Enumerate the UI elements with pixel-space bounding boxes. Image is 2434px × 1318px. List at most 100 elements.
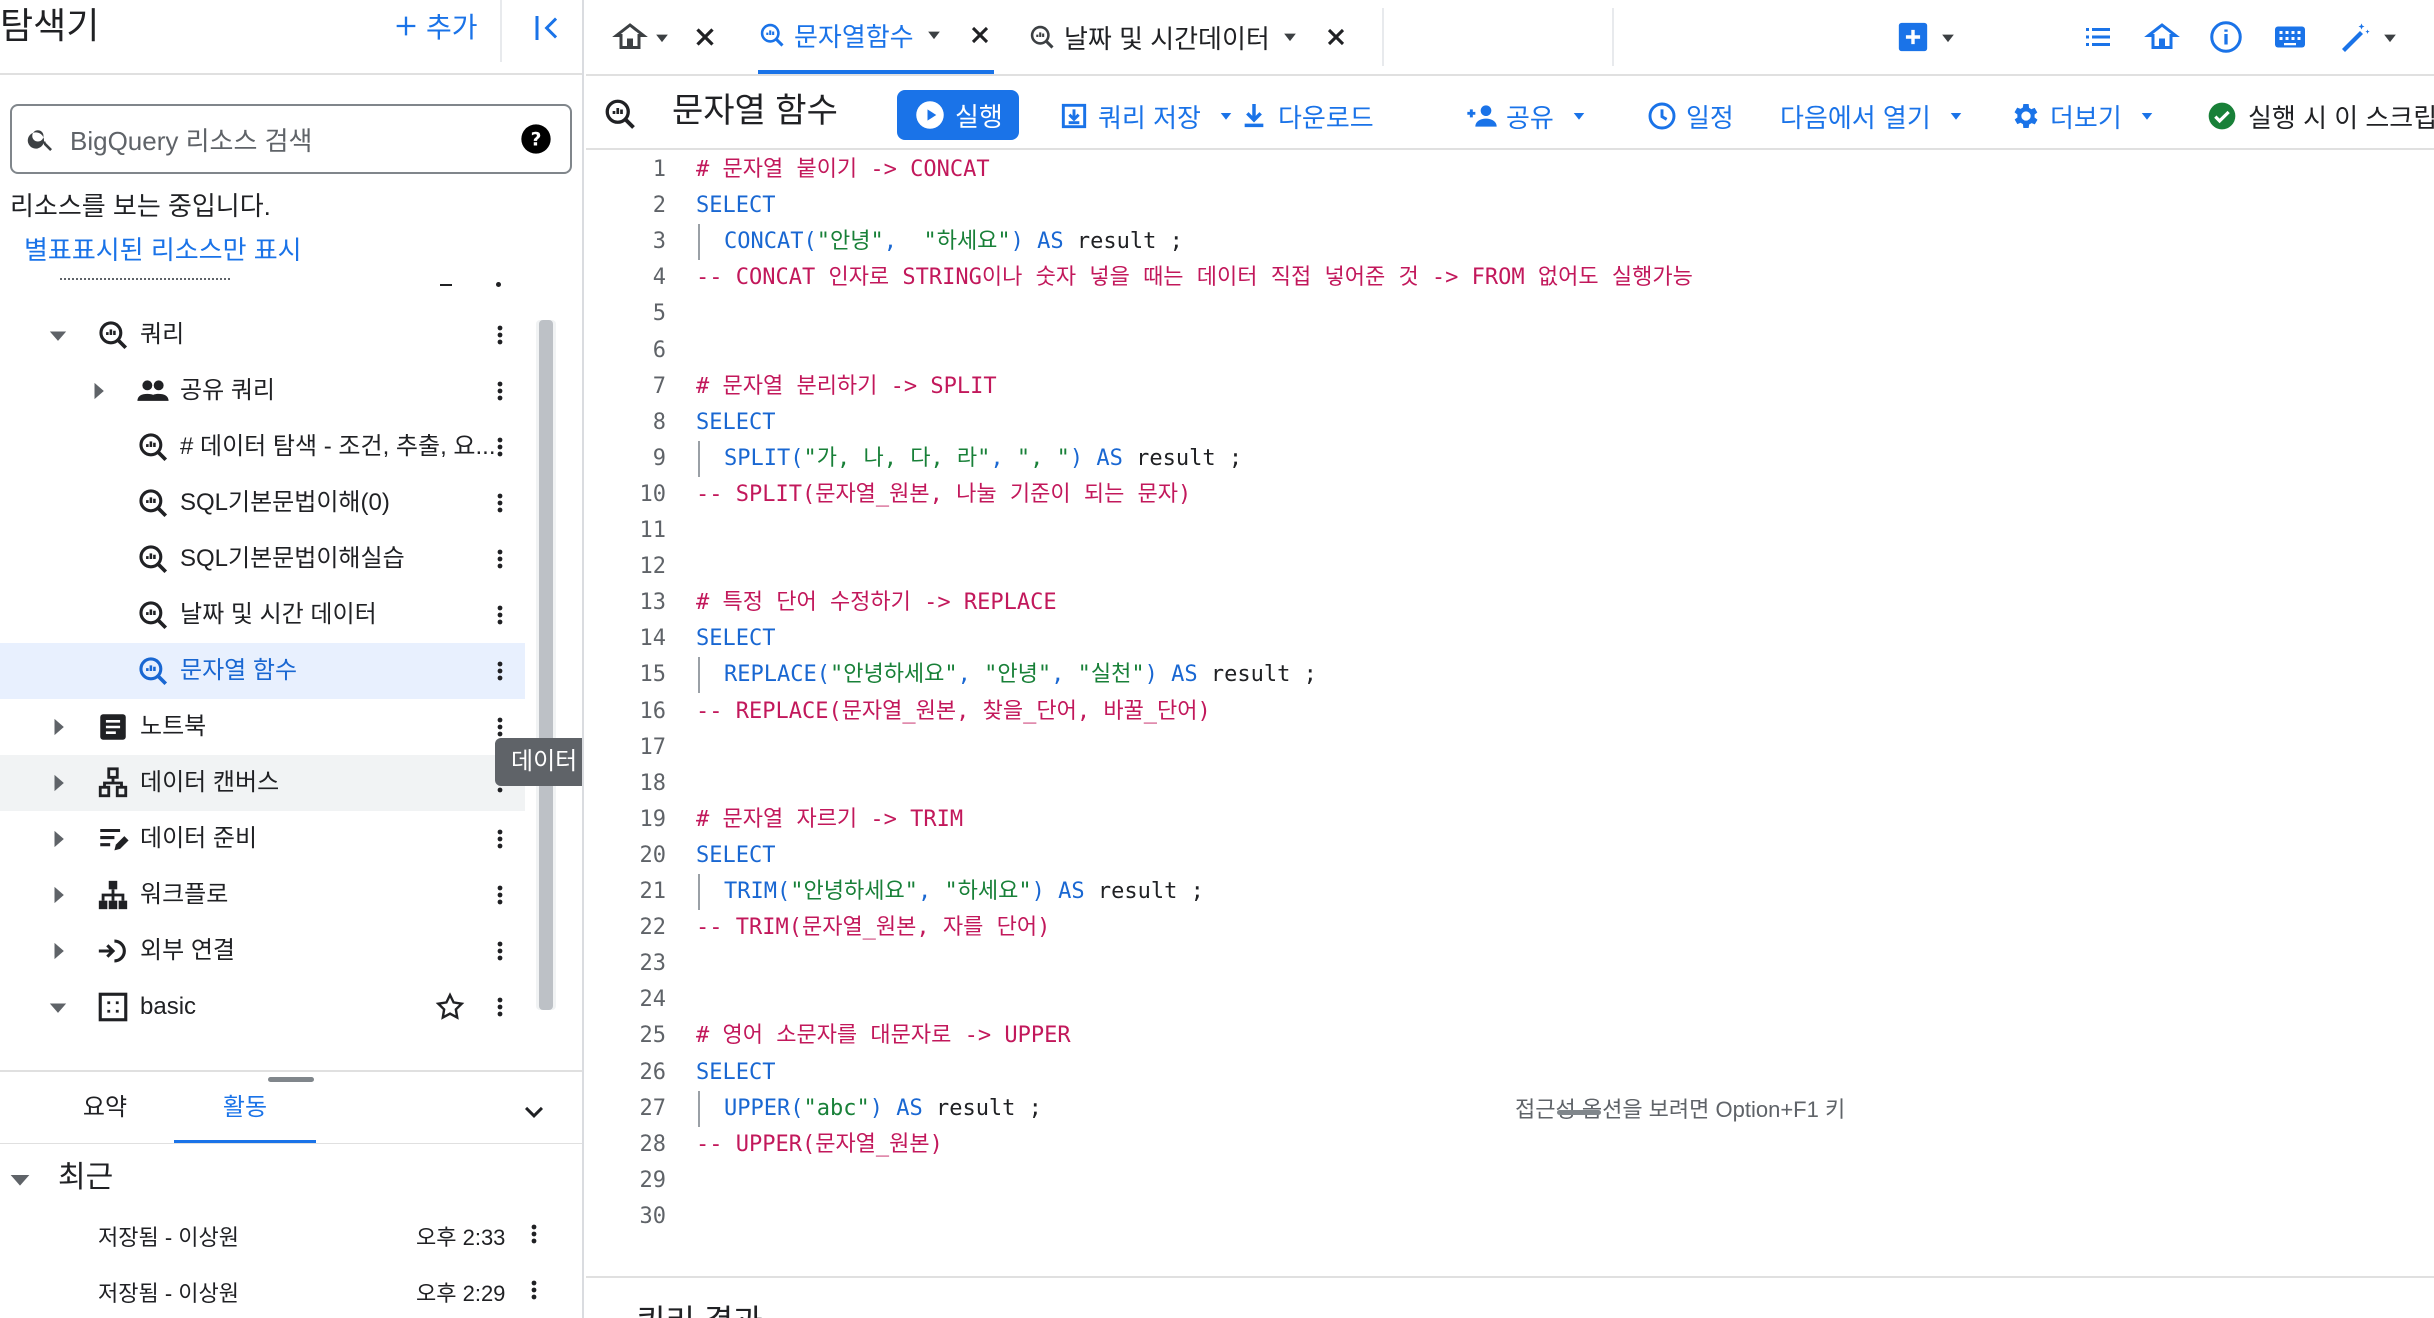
tree-item[interactable]: 날짜 및 시간 데이터 xyxy=(0,587,525,643)
tab-summary[interactable]: 요약 xyxy=(60,1088,150,1144)
save-query-label: 쿼리 저장 xyxy=(1098,102,1201,133)
tree-item[interactable]: # 데이터 탐색 - 조건, 추출, 요... xyxy=(0,419,525,475)
code-comment: # 문자열 분리하기 -> SPLIT xyxy=(696,373,997,399)
caret-right-icon[interactable] xyxy=(44,881,72,909)
schedule-button[interactable]: 일정 xyxy=(1646,96,1734,136)
caret-right-icon[interactable] xyxy=(44,825,72,853)
code-comment: # 문자열 자르기 -> TRIM xyxy=(696,806,964,832)
save-query-button[interactable]: 쿼리 저장 xyxy=(1058,96,1235,136)
activity-time: 오후 2:29 xyxy=(416,1281,506,1306)
caret-right-icon[interactable] xyxy=(44,937,72,965)
caret-right-icon[interactable] xyxy=(44,769,72,797)
tab-query[interactable]: 날짜 및 시간데이터 xyxy=(1028,0,1350,74)
schedule-label: 일정 xyxy=(1686,102,1734,133)
activity-item[interactable]: 저장됨 - 이상원 오후 2:29 xyxy=(0,1262,582,1318)
caret-down-icon[interactable] xyxy=(44,993,72,1021)
caret-right-icon[interactable] xyxy=(44,713,72,741)
tab-list-dropdown-icon[interactable] xyxy=(1938,28,1958,48)
kebab-menu-icon[interactable] xyxy=(488,599,512,631)
query-icon xyxy=(139,545,168,574)
tree-item-label: 쿼리 xyxy=(140,321,185,348)
tree-item[interactable]: basic xyxy=(0,979,525,1035)
tree-item[interactable]: 노트북 xyxy=(0,699,525,755)
activity-item[interactable]: 저장됨 - 이상원 오후 2:33 xyxy=(0,1206,582,1262)
caret-down-icon[interactable] xyxy=(4,1163,36,1195)
tab-query[interactable]: 문자열함수 xyxy=(758,0,994,74)
kebab-menu-icon[interactable] xyxy=(488,879,512,911)
chevron-down-icon[interactable] xyxy=(516,1094,552,1130)
close-icon[interactable] xyxy=(690,22,720,52)
query-icon xyxy=(139,489,168,518)
star-icon[interactable] xyxy=(434,991,466,1023)
kebab-menu-icon[interactable] xyxy=(488,487,512,519)
tree-item[interactable]: 데이터 준비 xyxy=(0,811,525,867)
run-button[interactable]: 실행 xyxy=(897,90,1019,140)
tab-label: 문자열함수 xyxy=(794,21,914,52)
code-comment: -- SPLIT(문자열_원본, 나눌 기준이 되는 문자) xyxy=(696,481,1192,507)
close-icon[interactable] xyxy=(1322,23,1350,51)
indent-guide xyxy=(698,874,700,910)
code-punctuation: ) AS xyxy=(1144,662,1211,688)
close-icon[interactable] xyxy=(966,21,994,49)
add-button[interactable]: 추가 xyxy=(392,6,478,46)
home-icon[interactable] xyxy=(612,19,648,55)
kebab-menu-icon[interactable] xyxy=(522,1218,546,1250)
kebab-menu-icon[interactable] xyxy=(488,823,512,855)
kebab-menu-icon[interactable] xyxy=(522,1274,546,1306)
open-in-button[interactable]: 다음에서 열기 xyxy=(1780,96,1965,136)
collapse-panel-icon[interactable] xyxy=(528,10,564,46)
kebab-menu-icon[interactable] xyxy=(488,431,512,463)
kebab-menu-icon[interactable] xyxy=(488,991,512,1023)
help-icon[interactable]: ? xyxy=(520,123,552,155)
tree-item[interactable]: 외부 연결 xyxy=(0,923,525,979)
more-button[interactable]: 더보기 xyxy=(2010,96,2156,136)
kebab-menu-icon[interactable] xyxy=(488,655,512,687)
magic-dropdown-icon[interactable] xyxy=(2380,28,2400,48)
resource-search-input[interactable]: BigQuery 리소스 검색 ? xyxy=(10,104,572,174)
tab-dropdown-icon[interactable] xyxy=(924,25,944,45)
tree-item[interactable]: SQL기본문법이해(0) xyxy=(0,475,525,531)
code-editor[interactable]: 1 2 3 4 5 6 7 8 9 10 11 12 13 14 15 16 17 18 19 20 21 22 23 24 2… xyxy=(586,150,2434,1248)
tab-activity[interactable]: 활동 xyxy=(174,1088,316,1144)
canvas-icon xyxy=(98,767,128,798)
tree-item[interactable]: 공유 쿼리 xyxy=(0,363,525,419)
tab-dropdown-icon[interactable] xyxy=(1280,27,1300,47)
activity-label: 저장됨 - 이상원 xyxy=(98,1225,239,1250)
info-icon[interactable] xyxy=(2208,19,2244,55)
tree-item-label: 날짜 및 시간 데이터 xyxy=(180,601,377,628)
plus-icon xyxy=(396,16,416,36)
download-button[interactable]: 다운로드 xyxy=(1238,96,1374,136)
tree-item[interactable]: 워크플로 xyxy=(0,867,525,923)
magic-edit-icon[interactable] xyxy=(2336,19,2372,55)
show-starred-link[interactable]: 별표표시된 리소스만 표시 xyxy=(24,230,302,267)
tree-item[interactable]: 문자열 함수 xyxy=(0,643,525,699)
caret-down-icon[interactable] xyxy=(44,321,72,349)
line-number: 30 xyxy=(639,1203,667,1229)
kebab-menu-icon[interactable] xyxy=(488,543,512,575)
resize-handle[interactable] xyxy=(268,1077,314,1082)
add-person-icon xyxy=(1467,105,1497,127)
kebab-menu-icon[interactable] xyxy=(488,375,512,407)
tree-item-label: 문자열 함수 xyxy=(180,657,298,684)
code-comment: -- TRIM(문자열_원본, 자를 단어) xyxy=(696,915,1051,941)
kebab-menu-icon[interactable] xyxy=(488,319,512,351)
line-number: 11 xyxy=(639,518,667,543)
tree-item[interactable]: 쿼리 xyxy=(0,307,525,363)
editor-resize-handle[interactable] xyxy=(1557,1110,1601,1115)
new-tab-icon[interactable] xyxy=(1896,20,1930,54)
share-button[interactable]: 공유 xyxy=(1466,96,1588,136)
tree-item[interactable]: SQL기본문법이해실습 xyxy=(0,531,525,587)
code-function: UPPER( xyxy=(724,1095,804,1121)
home-outline-icon[interactable] xyxy=(2144,19,2180,55)
home-tab-dropdown-icon[interactable] xyxy=(652,28,672,48)
code-punctuation: ) AS xyxy=(1031,879,1098,904)
tree-item[interactable]: 데이터 캔버스 xyxy=(0,755,525,811)
query-toolbar: 문자열 함수 실행 쿼리 저장 다운로드 공유 일정 다음에서 열기 더보기 실… xyxy=(586,76,2434,150)
tree-item-label: SQL기본문법이해(0) xyxy=(180,489,390,516)
keyboard-icon[interactable] xyxy=(2272,19,2308,55)
people-icon xyxy=(137,380,169,401)
kebab-menu-icon[interactable] xyxy=(488,935,512,967)
list-icon[interactable] xyxy=(2080,19,2116,55)
code-keyword: SELECT xyxy=(696,409,776,435)
caret-right-icon[interactable] xyxy=(84,377,112,405)
